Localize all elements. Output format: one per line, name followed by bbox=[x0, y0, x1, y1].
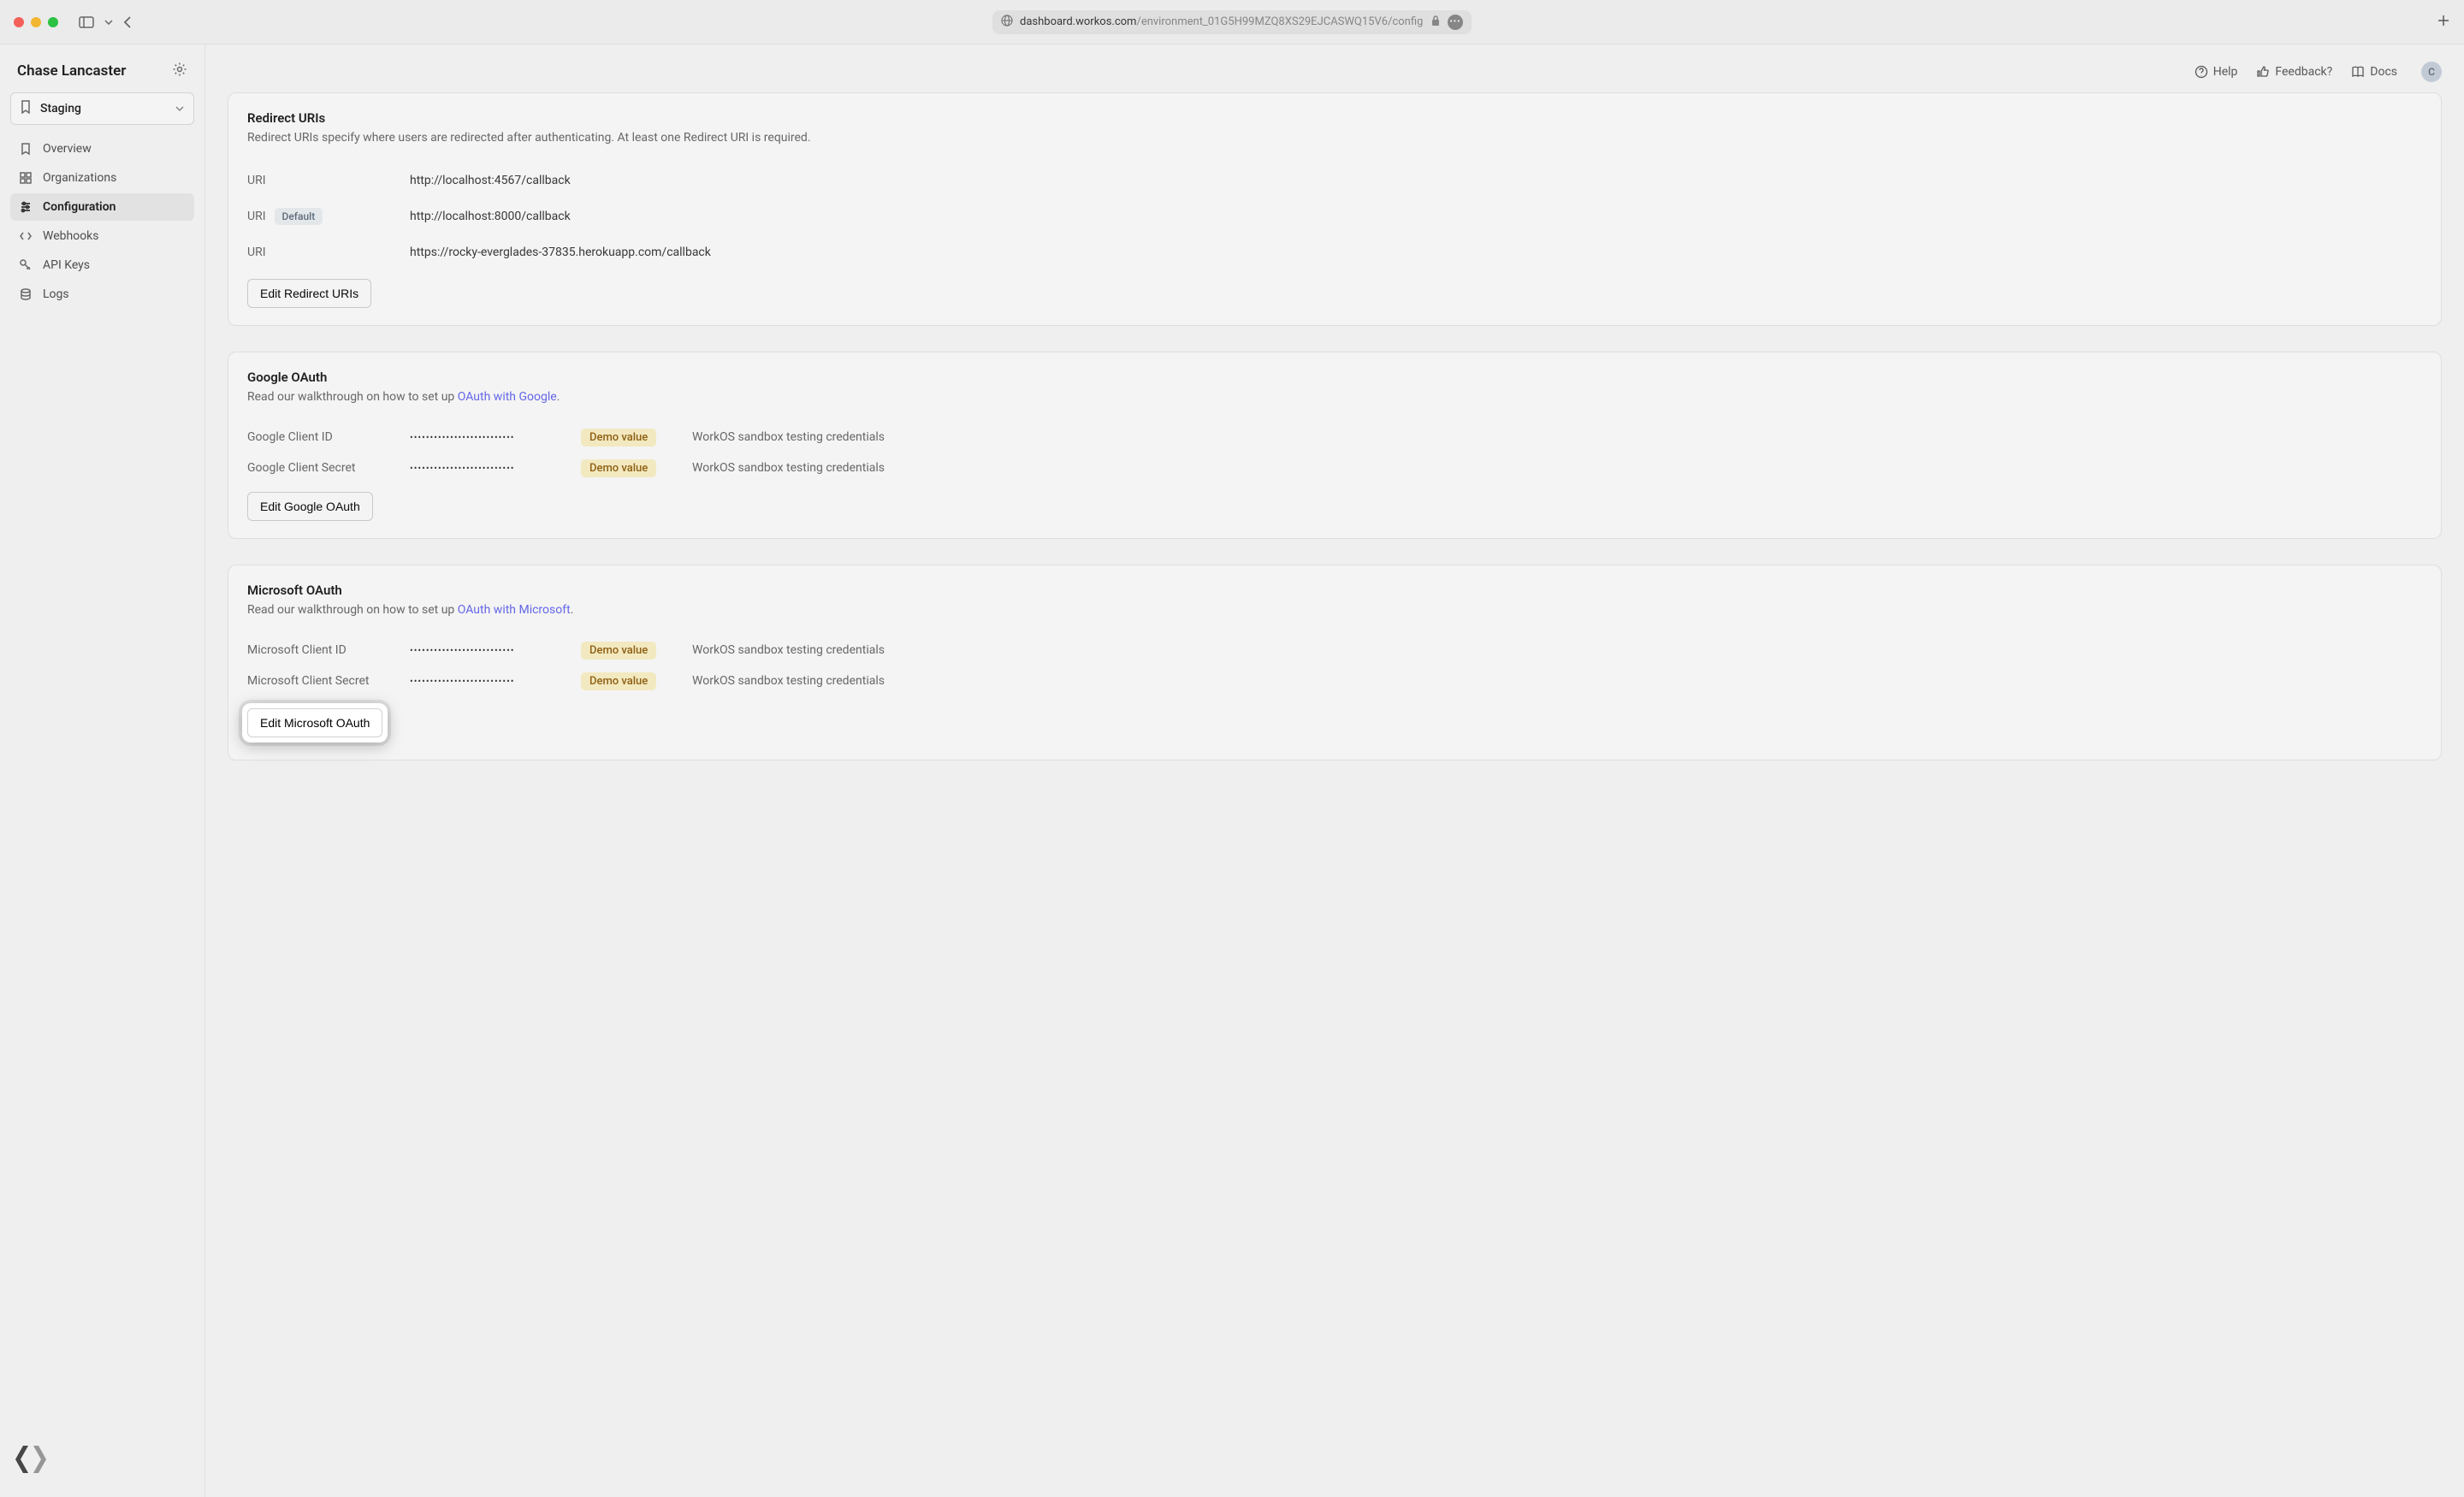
sidebar-item-label: API Keys bbox=[43, 258, 90, 272]
default-badge: Default bbox=[275, 208, 323, 225]
thumbs-up-icon bbox=[2256, 65, 2270, 79]
credential-row: Google Client ID •••••••••••••••••••••••… bbox=[247, 422, 2422, 453]
close-window-icon[interactable] bbox=[14, 17, 24, 27]
masked-value: •••••••••••••••••••••••••• bbox=[410, 463, 581, 474]
sidebar-item-organizations[interactable]: Organizations bbox=[10, 164, 194, 192]
topbar: Help Feedback? Docs C bbox=[205, 44, 2464, 92]
highlighted-action: Edit Microsoft OAuth bbox=[242, 703, 388, 743]
uri-value: http://localhost:8000/callback bbox=[410, 210, 571, 223]
sidebar-item-label: Logs bbox=[43, 287, 69, 301]
database-icon bbox=[19, 287, 33, 301]
sidebar-item-label: Organizations bbox=[43, 171, 116, 185]
sidebar-item-label: Overview bbox=[43, 142, 92, 156]
sidebar-item-overview[interactable]: Overview bbox=[10, 135, 194, 163]
bookmark-icon bbox=[19, 142, 33, 156]
url-bar[interactable]: dashboard.workos.com/environment_01G5H99… bbox=[992, 10, 1472, 34]
code-icon bbox=[19, 229, 33, 243]
browser-chrome: dashboard.workos.com/environment_01G5H99… bbox=[0, 0, 2464, 44]
demo-badge: Demo value bbox=[581, 642, 656, 660]
workspace-title: Chase Lancaster bbox=[17, 62, 126, 80]
url-text: dashboard.workos.com/environment_01G5H99… bbox=[1020, 15, 1423, 28]
grid-icon bbox=[19, 171, 33, 185]
help-link[interactable]: Help bbox=[2194, 65, 2238, 79]
sidebar-item-webhooks[interactable]: Webhooks bbox=[10, 222, 194, 250]
sidebar-item-logs[interactable]: Logs bbox=[10, 281, 194, 308]
sidebar-item-label: Configuration bbox=[43, 200, 116, 214]
masked-value: •••••••••••••••••••••••••• bbox=[410, 645, 581, 656]
demo-badge: Demo value bbox=[581, 429, 656, 447]
masked-value: •••••••••••••••••••••••••• bbox=[410, 676, 581, 687]
main-content: Help Feedback? Docs C Redirect URIs Redi… bbox=[205, 44, 2464, 1497]
uri-row: URI https://rocky-everglades-37835.herok… bbox=[247, 234, 2422, 270]
new-tab-icon[interactable] bbox=[2437, 14, 2450, 31]
panel-title: Google OAuth bbox=[247, 370, 2422, 385]
sidebar-item-api-keys[interactable]: API Keys bbox=[10, 251, 194, 279]
bookmark-icon bbox=[20, 100, 32, 117]
edit-redirect-uris-button[interactable]: Edit Redirect URIs bbox=[247, 279, 371, 308]
redirect-uris-panel: Redirect URIs Redirect URIs specify wher… bbox=[228, 92, 2442, 326]
minimize-window-icon[interactable] bbox=[31, 17, 41, 27]
maximize-window-icon[interactable] bbox=[48, 17, 58, 27]
edit-google-oauth-button[interactable]: Edit Google OAuth bbox=[247, 492, 373, 521]
credential-row: Microsoft Client ID ••••••••••••••••••••… bbox=[247, 635, 2422, 666]
docs-link[interactable]: Docs bbox=[2351, 65, 2397, 79]
avatar[interactable]: C bbox=[2421, 62, 2442, 82]
credential-note: WorkOS sandbox testing credentials bbox=[692, 461, 2422, 475]
credential-row: Microsoft Client Secret ••••••••••••••••… bbox=[247, 666, 2422, 696]
lock-icon bbox=[1430, 15, 1441, 30]
chevron-down-icon bbox=[175, 105, 185, 112]
window-controls bbox=[14, 17, 58, 27]
book-icon bbox=[2351, 65, 2365, 79]
globe-icon bbox=[1001, 15, 1013, 30]
panel-description: Read our walkthrough on how to set up OA… bbox=[247, 388, 2422, 406]
uri-value: https://rocky-everglades-37835.herokuapp… bbox=[410, 246, 711, 259]
sidebar: Chase Lancaster Staging Overview Organiz… bbox=[0, 44, 205, 1497]
oauth-microsoft-link[interactable]: OAuth with Microsoft bbox=[458, 603, 571, 617]
environment-selector[interactable]: Staging bbox=[10, 92, 194, 125]
google-oauth-panel: Google OAuth Read our walkthrough on how… bbox=[228, 352, 2442, 539]
panel-description: Read our walkthrough on how to set up OA… bbox=[247, 601, 2422, 619]
panel-title: Redirect URIs bbox=[247, 110, 2422, 126]
chevron-down-icon[interactable] bbox=[104, 20, 113, 25]
masked-value: •••••••••••••••••••••••••• bbox=[410, 432, 581, 443]
edit-microsoft-oauth-button[interactable]: Edit Microsoft OAuth bbox=[247, 708, 382, 737]
feedback-link[interactable]: Feedback? bbox=[2256, 65, 2332, 79]
sidebar-toggle-icon[interactable] bbox=[79, 16, 94, 28]
help-icon bbox=[2194, 65, 2208, 79]
more-icon[interactable]: ••• bbox=[1448, 15, 1463, 30]
key-icon bbox=[19, 258, 33, 272]
sidebar-item-configuration[interactable]: Configuration bbox=[10, 193, 194, 221]
panel-description: Redirect URIs specify where users are re… bbox=[247, 129, 2422, 147]
demo-badge: Demo value bbox=[581, 459, 656, 477]
credential-note: WorkOS sandbox testing credentials bbox=[692, 643, 2422, 657]
demo-badge: Demo value bbox=[581, 672, 656, 690]
panel-title: Microsoft OAuth bbox=[247, 583, 2422, 598]
gear-icon[interactable] bbox=[172, 62, 187, 80]
credential-note: WorkOS sandbox testing credentials bbox=[692, 430, 2422, 444]
uri-value: http://localhost:4567/callback bbox=[410, 174, 571, 187]
credential-row: Google Client Secret •••••••••••••••••••… bbox=[247, 453, 2422, 483]
oauth-google-link[interactable]: OAuth with Google bbox=[458, 390, 557, 404]
nav-list: Overview Organizations Configuration Web… bbox=[10, 135, 194, 308]
back-icon[interactable] bbox=[123, 15, 132, 29]
microsoft-oauth-panel: Microsoft OAuth Read our walkthrough on … bbox=[228, 565, 2442, 760]
environment-name: Staging bbox=[40, 102, 166, 115]
uri-row: URI Default http://localhost:8000/callba… bbox=[247, 198, 2422, 234]
brand-logo bbox=[10, 1439, 194, 1483]
uri-row: URI http://localhost:4567/callback bbox=[247, 163, 2422, 198]
credential-note: WorkOS sandbox testing credentials bbox=[692, 674, 2422, 688]
sidebar-item-label: Webhooks bbox=[43, 229, 99, 243]
sliders-icon bbox=[19, 200, 33, 214]
